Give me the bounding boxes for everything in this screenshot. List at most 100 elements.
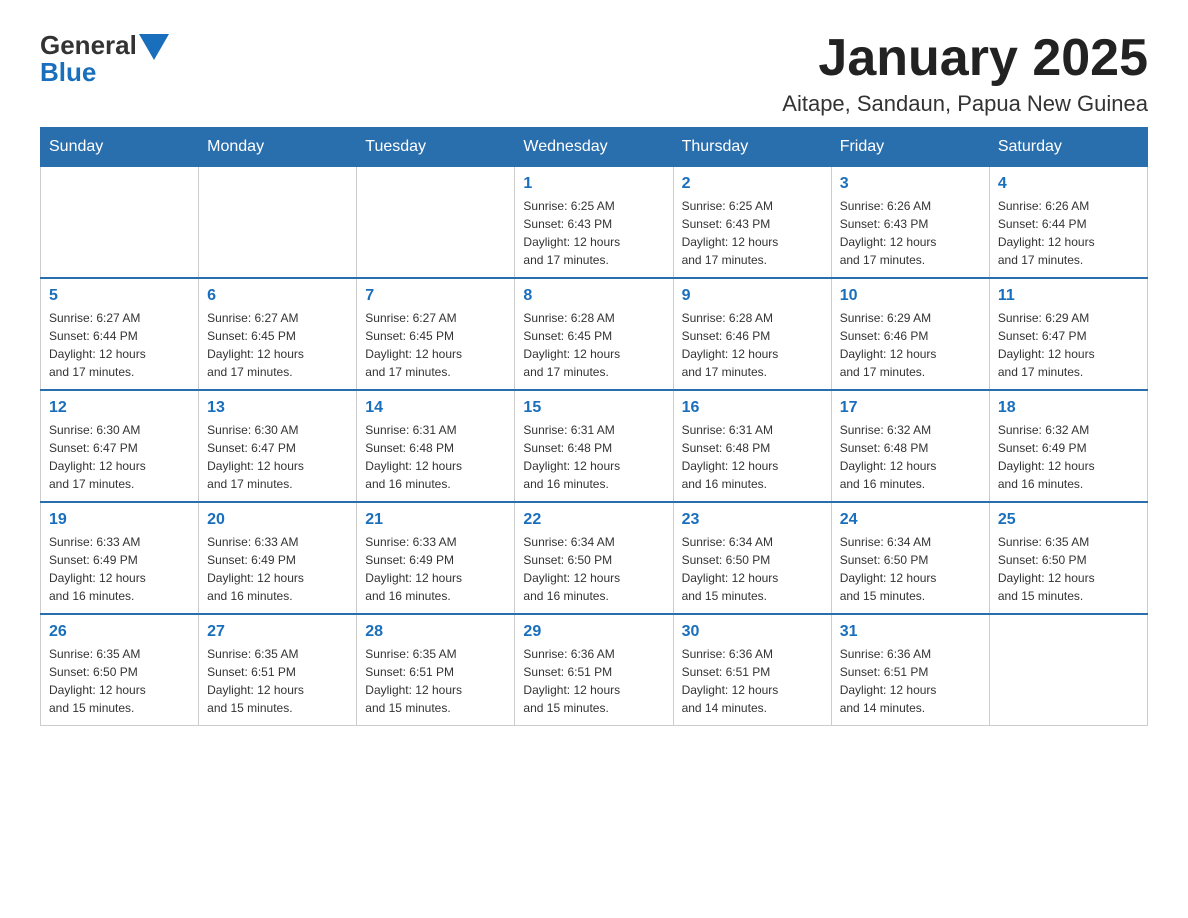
day-number: 21 [365, 511, 506, 529]
calendar-day-cell: 7 Sunrise: 6:27 AM Sunset: 6:45 PM Daylig… [357, 278, 515, 390]
day-info: Sunrise: 6:27 AM Sunset: 6:45 PM Dayligh… [207, 309, 348, 381]
day-info: Sunrise: 6:31 AM Sunset: 6:48 PM Dayligh… [365, 421, 506, 493]
day-number: 30 [682, 623, 823, 641]
day-info: Sunrise: 6:27 AM Sunset: 6:44 PM Dayligh… [49, 309, 190, 381]
day-number: 15 [523, 399, 664, 417]
day-info: Sunrise: 6:31 AM Sunset: 6:48 PM Dayligh… [682, 421, 823, 493]
calendar-day-cell: 19 Sunrise: 6:33 AM Sunset: 6:49 PM Dayli… [41, 502, 199, 614]
calendar-day-header: Friday [831, 128, 989, 167]
day-number: 25 [998, 511, 1139, 529]
calendar-day-cell: 25Sunrise: 6:35 AM Sunset: 6:50 PM Dayli… [989, 502, 1147, 614]
calendar-day-cell [199, 167, 357, 279]
calendar-day-cell: 28 Sunrise: 6:35 AM Sunset: 6:51 PM Dayli… [357, 614, 515, 726]
day-number: 10 [840, 287, 981, 305]
day-info: Sunrise: 6:29 AM Sunset: 6:47 PM Dayligh… [998, 309, 1139, 381]
day-number: 20 [207, 511, 348, 529]
day-number: 8 [523, 287, 664, 305]
title-block: January 2025 Aitape, Sandaun, Papua New … [782, 30, 1148, 117]
day-info: Sunrise: 6:36 AM Sunset: 6:51 PM Dayligh… [523, 645, 664, 717]
day-number: 27 [207, 623, 348, 641]
calendar-day-cell: 6 Sunrise: 6:27 AM Sunset: 6:45 PM Daylig… [199, 278, 357, 390]
calendar-day-cell: 9Sunrise: 6:28 AM Sunset: 6:46 PM Daylig… [673, 278, 831, 390]
day-number: 3 [840, 175, 981, 193]
day-info: Sunrise: 6:33 AM Sunset: 6:49 PM Dayligh… [207, 533, 348, 605]
calendar-day-cell: 3Sunrise: 6:26 AM Sunset: 6:43 PM Daylig… [831, 167, 989, 279]
day-number: 6 [207, 287, 348, 305]
calendar-day-cell: 8Sunrise: 6:28 AM Sunset: 6:45 PM Daylig… [515, 278, 673, 390]
day-info: Sunrise: 6:36 AM Sunset: 6:51 PM Dayligh… [682, 645, 823, 717]
calendar-day-cell: 27Sunrise: 6:35 AM Sunset: 6:51 PM Dayli… [199, 614, 357, 726]
day-number: 11 [998, 287, 1139, 305]
logo-triangle-icon [139, 34, 169, 60]
day-info: Sunrise: 6:25 AM Sunset: 6:43 PM Dayligh… [682, 197, 823, 269]
day-info: Sunrise: 6:32 AM Sunset: 6:48 PM Dayligh… [840, 421, 981, 493]
calendar-day-cell: 29 Sunrise: 6:36 AM Sunset: 6:51 PM Dayli… [515, 614, 673, 726]
calendar-day-cell: 13Sunrise: 6:30 AM Sunset: 6:47 PM Dayli… [199, 390, 357, 502]
day-number: 4 [998, 175, 1139, 193]
day-number: 23 [682, 511, 823, 529]
day-info: Sunrise: 6:35 AM Sunset: 6:51 PM Dayligh… [365, 645, 506, 717]
calendar-day-cell: 23 Sunrise: 6:34 AM Sunset: 6:50 PM Dayli… [673, 502, 831, 614]
day-info: Sunrise: 6:31 AM Sunset: 6:48 PM Dayligh… [523, 421, 664, 493]
day-info: Sunrise: 6:28 AM Sunset: 6:46 PM Dayligh… [682, 309, 823, 381]
calendar-table: SundayMondayTuesdayWednesdayThursdayFrid… [40, 127, 1148, 726]
calendar-day-cell: 2 Sunrise: 6:25 AM Sunset: 6:43 PM Daylig… [673, 167, 831, 279]
calendar-day-cell: 20 Sunrise: 6:33 AM Sunset: 6:49 PM Dayli… [199, 502, 357, 614]
day-number: 14 [365, 399, 506, 417]
day-number: 16 [682, 399, 823, 417]
day-info: Sunrise: 6:36 AM Sunset: 6:51 PM Dayligh… [840, 645, 981, 717]
page-header: General Blue January 2025 Aitape, Sandau… [40, 30, 1148, 117]
day-number: 31 [840, 623, 981, 641]
day-number: 29 [523, 623, 664, 641]
logo-blue: Blue [40, 57, 96, 88]
day-info: Sunrise: 6:27 AM Sunset: 6:45 PM Dayligh… [365, 309, 506, 381]
day-number: 1 [523, 175, 664, 193]
day-info: Sunrise: 6:35 AM Sunset: 6:50 PM Dayligh… [49, 645, 190, 717]
day-info: Sunrise: 6:30 AM Sunset: 6:47 PM Dayligh… [49, 421, 190, 493]
month-title: January 2025 [782, 30, 1148, 87]
day-number: 22 [523, 511, 664, 529]
calendar-day-cell: 22Sunrise: 6:34 AM Sunset: 6:50 PM Dayli… [515, 502, 673, 614]
calendar-day-cell: 4 Sunrise: 6:26 AM Sunset: 6:44 PM Daylig… [989, 167, 1147, 279]
day-info: Sunrise: 6:32 AM Sunset: 6:49 PM Dayligh… [998, 421, 1139, 493]
calendar-day-cell: 12 Sunrise: 6:30 AM Sunset: 6:47 PM Dayli… [41, 390, 199, 502]
calendar-day-cell: 16 Sunrise: 6:31 AM Sunset: 6:48 PM Dayli… [673, 390, 831, 502]
calendar-day-header: Saturday [989, 128, 1147, 167]
day-info: Sunrise: 6:34 AM Sunset: 6:50 PM Dayligh… [840, 533, 981, 605]
calendar-day-header: Monday [199, 128, 357, 167]
calendar-day-cell: 18 Sunrise: 6:32 AM Sunset: 6:49 PM Dayli… [989, 390, 1147, 502]
day-info: Sunrise: 6:30 AM Sunset: 6:47 PM Dayligh… [207, 421, 348, 493]
day-number: 12 [49, 399, 190, 417]
day-info: Sunrise: 6:33 AM Sunset: 6:49 PM Dayligh… [49, 533, 190, 605]
logo: General Blue [40, 30, 169, 88]
calendar-header-row: SundayMondayTuesdayWednesdayThursdayFrid… [41, 128, 1148, 167]
day-number: 7 [365, 287, 506, 305]
calendar-day-cell [989, 614, 1147, 726]
calendar-day-cell: 11 Sunrise: 6:29 AM Sunset: 6:47 PM Dayli… [989, 278, 1147, 390]
day-number: 5 [49, 287, 190, 305]
calendar-day-cell: 24Sunrise: 6:34 AM Sunset: 6:50 PM Dayli… [831, 502, 989, 614]
calendar-day-cell: 26 Sunrise: 6:35 AM Sunset: 6:50 PM Dayli… [41, 614, 199, 726]
calendar-day-header: Tuesday [357, 128, 515, 167]
calendar-day-header: Thursday [673, 128, 831, 167]
day-number: 26 [49, 623, 190, 641]
calendar-day-cell: 1 Sunrise: 6:25 AM Sunset: 6:43 PM Daylig… [515, 167, 673, 279]
calendar-day-cell: 15 Sunrise: 6:31 AM Sunset: 6:48 PM Dayli… [515, 390, 673, 502]
calendar-week-row: 19 Sunrise: 6:33 AM Sunset: 6:49 PM Dayli… [41, 502, 1148, 614]
day-info: Sunrise: 6:33 AM Sunset: 6:49 PM Dayligh… [365, 533, 506, 605]
calendar-day-header: Sunday [41, 128, 199, 167]
calendar-week-row: 1 Sunrise: 6:25 AM Sunset: 6:43 PM Daylig… [41, 167, 1148, 279]
calendar-day-cell [41, 167, 199, 279]
calendar-day-cell: 21 Sunrise: 6:33 AM Sunset: 6:49 PM Dayli… [357, 502, 515, 614]
day-number: 17 [840, 399, 981, 417]
day-number: 2 [682, 175, 823, 193]
day-number: 28 [365, 623, 506, 641]
day-info: Sunrise: 6:26 AM Sunset: 6:44 PM Dayligh… [998, 197, 1139, 269]
location-title: Aitape, Sandaun, Papua New Guinea [782, 91, 1148, 117]
day-number: 18 [998, 399, 1139, 417]
calendar-day-cell: 14 Sunrise: 6:31 AM Sunset: 6:48 PM Dayli… [357, 390, 515, 502]
calendar-week-row: 12 Sunrise: 6:30 AM Sunset: 6:47 PM Dayli… [41, 390, 1148, 502]
day-info: Sunrise: 6:34 AM Sunset: 6:50 PM Dayligh… [682, 533, 823, 605]
day-info: Sunrise: 6:25 AM Sunset: 6:43 PM Dayligh… [523, 197, 664, 269]
day-number: 19 [49, 511, 190, 529]
